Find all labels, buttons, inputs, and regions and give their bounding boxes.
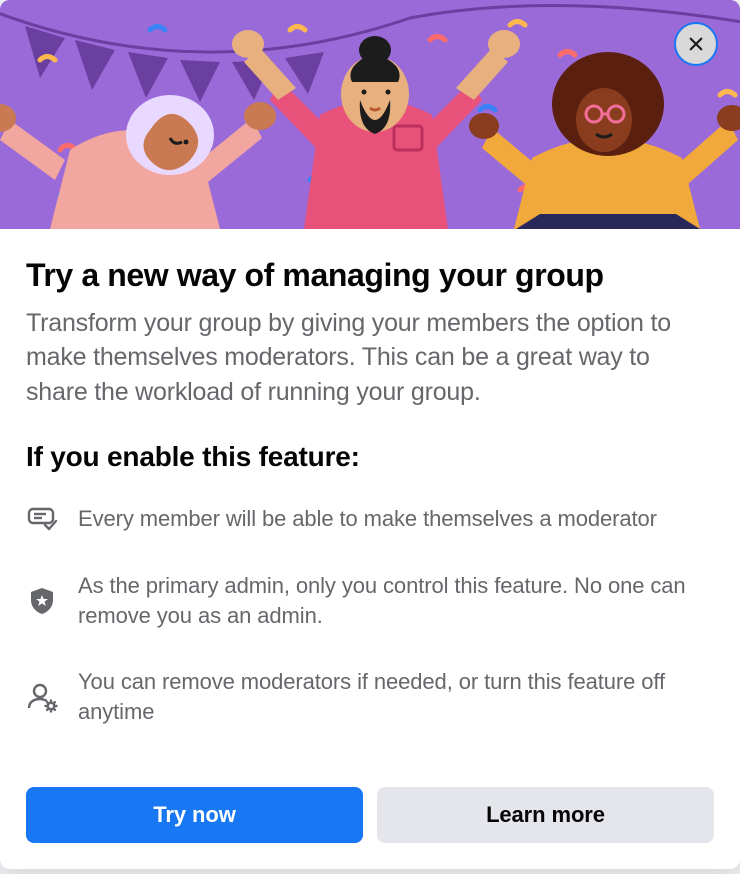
close-icon: [687, 35, 705, 53]
button-row: Try now Learn more: [0, 787, 740, 869]
feature-text: You can remove moderators if needed, or …: [78, 667, 714, 727]
feature-item: As the primary admin, only you control t…: [26, 571, 714, 631]
user-gear-icon: [26, 681, 58, 713]
try-now-button[interactable]: Try now: [26, 787, 363, 843]
modal-subtitle: If you enable this feature:: [26, 441, 714, 473]
feature-item: You can remove moderators if needed, or …: [26, 667, 714, 727]
feature-text: Every member will be able to make themse…: [78, 504, 657, 534]
feature-list: Every member will be able to make themse…: [26, 503, 714, 727]
modal-content: Try a new way of managing your group Tra…: [0, 229, 740, 787]
message-check-icon: [26, 503, 58, 535]
close-button[interactable]: [674, 22, 718, 66]
learn-more-button[interactable]: Learn more: [377, 787, 714, 843]
feature-item: Every member will be able to make themse…: [26, 503, 714, 535]
hero-illustration: [0, 0, 740, 229]
modal-title: Try a new way of managing your group: [26, 257, 714, 294]
modal-description: Transform your group by giving your memb…: [26, 306, 714, 410]
feature-text: As the primary admin, only you control t…: [78, 571, 714, 631]
shield-star-icon: [26, 585, 58, 617]
feature-modal: Try a new way of managing your group Tra…: [0, 0, 740, 869]
